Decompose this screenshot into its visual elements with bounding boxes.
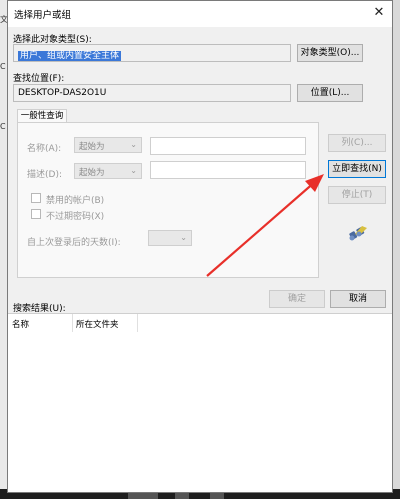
- ok-button[interactable]: 确定: [269, 290, 325, 308]
- column-header-name[interactable]: 名称: [12, 318, 29, 330]
- object-types-button[interactable]: 对象类型(O)...: [297, 44, 363, 62]
- description-mode-value: 起始为: [79, 168, 105, 178]
- dialog-title: 选择用户或组: [14, 10, 72, 21]
- location-field: DESKTOP-DAS2O1U: [13, 84, 291, 102]
- object-type-value: 用户、组或内置安全主体: [18, 51, 122, 61]
- name-mode-select[interactable]: 起始为 ⌄: [74, 137, 142, 153]
- disabled-accounts-checkbox[interactable]: [31, 193, 41, 203]
- title-bar: 选择用户或组 ✕: [8, 1, 392, 27]
- background-text: C: [0, 62, 6, 71]
- select-users-dialog: 选择用户或组 ✕ 选择此对象类型(S): 用户、组或内置安全主体 对象类型(O)…: [7, 0, 393, 493]
- search-results-list[interactable]: 名称 所在文件夹: [8, 313, 392, 492]
- column-divider[interactable]: [137, 314, 138, 332]
- chevron-down-icon: ⌄: [130, 166, 137, 175]
- locations-button[interactable]: 位置(L)...: [297, 84, 363, 102]
- background-window-edge-right: [393, 0, 400, 499]
- background-text: C: [0, 122, 6, 131]
- name-input[interactable]: [150, 137, 306, 155]
- location-label: 查找位置(F):: [13, 74, 65, 84]
- description-label: 描述(D):: [27, 170, 62, 180]
- chevron-down-icon: ⌄: [180, 233, 187, 242]
- chevron-down-icon: ⌄: [130, 140, 137, 149]
- stop-button[interactable]: 停止(T): [328, 186, 386, 204]
- columns-button[interactable]: 列(C)...: [328, 134, 386, 152]
- column-divider[interactable]: [72, 314, 73, 332]
- description-input[interactable]: [150, 161, 306, 179]
- disabled-accounts-label: 禁用的帐户(B): [46, 196, 105, 206]
- description-mode-select[interactable]: 起始为 ⌄: [74, 163, 142, 179]
- close-icon[interactable]: ✕: [369, 4, 389, 22]
- non-expiring-password-label: 不过期密码(X): [46, 212, 105, 222]
- find-now-button[interactable]: 立即查找(N): [328, 160, 386, 178]
- non-expiring-password-checkbox[interactable]: [31, 209, 41, 219]
- common-queries-panel: 名称(A): 起始为 ⌄ 描述(D): 起始为 ⌄ 禁用的帐户(B) 不过期密码…: [17, 122, 319, 278]
- days-since-logon-select[interactable]: ⌄: [148, 230, 192, 246]
- days-since-logon-label: 自上次登录后的天数(I):: [27, 238, 121, 248]
- object-type-field: 用户、组或内置安全主体: [13, 44, 291, 62]
- find-binoculars-icon: [349, 226, 367, 241]
- name-label: 名称(A):: [27, 144, 62, 154]
- tab-common-queries[interactable]: 一般性查询: [17, 109, 67, 123]
- column-header-folder[interactable]: 所在文件夹: [76, 318, 119, 330]
- cancel-button[interactable]: 取消: [330, 290, 386, 308]
- name-mode-value: 起始为: [79, 142, 105, 152]
